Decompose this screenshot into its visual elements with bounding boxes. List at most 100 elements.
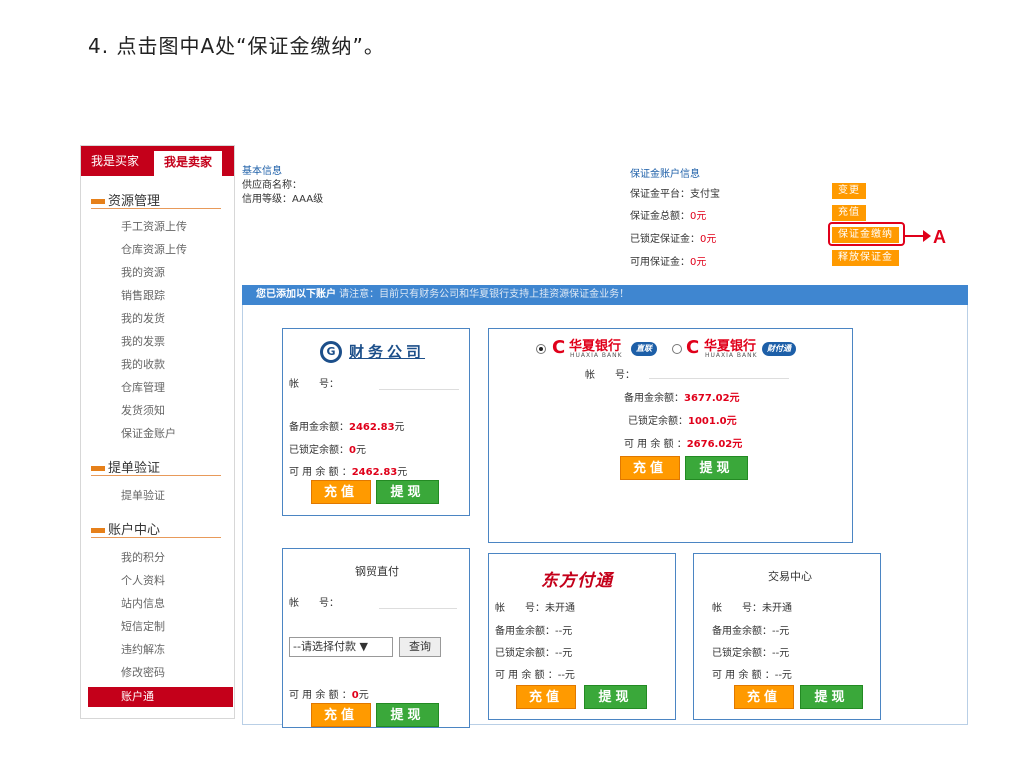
- withdraw-button[interactable]: 提现: [376, 480, 439, 504]
- account-field: [379, 389, 459, 390]
- sidebar-item-my-receipts[interactable]: 我的收款: [121, 356, 165, 372]
- sidebar-item-sms-settings[interactable]: 短信定制: [121, 618, 165, 634]
- recharge-button[interactable]: 充值: [734, 685, 794, 709]
- unit: 元: [358, 690, 369, 701]
- sidebar-item-my-points[interactable]: 我的积分: [121, 549, 165, 565]
- radio-huaxia-direct[interactable]: [536, 344, 546, 354]
- value: 3677.02元: [684, 393, 740, 404]
- locked-balance: 已锁定余额：1001.0元: [628, 412, 737, 427]
- sidebar-item-bill-verification[interactable]: 提单验证: [121, 487, 165, 503]
- card-title: 钢贸直付: [355, 565, 399, 578]
- label: 已锁定余额：: [628, 416, 688, 427]
- value: 未开通: [545, 603, 575, 614]
- query-button[interactable]: 查询: [399, 637, 441, 657]
- label: 已锁定余额：: [712, 648, 772, 659]
- label: 已锁定余额：: [289, 445, 349, 456]
- divider: [91, 475, 221, 476]
- withdraw-button[interactable]: 提现: [800, 685, 863, 709]
- account-row: 帐 号：未开通: [712, 599, 792, 614]
- sidebar-item-shipping-notice[interactable]: 发货须知: [121, 402, 165, 418]
- withdraw-button[interactable]: 提现: [376, 703, 439, 727]
- account-field: [649, 378, 789, 379]
- annotation-label: A: [933, 227, 946, 247]
- section-resource-management[interactable]: 资源管理: [91, 190, 160, 209]
- badge-direct: 直联: [631, 342, 657, 356]
- sidebar-item-warehouse-upload[interactable]: 仓库资源上传: [121, 241, 187, 257]
- locked-balance: 已锁定余额：--元: [495, 644, 572, 659]
- label: 可 用 余 额 ：: [289, 467, 352, 478]
- section-bar-icon: [91, 199, 105, 204]
- notice-text: 请注意：目前只有财务公司和华夏银行支持上挂资源保证金业务！: [336, 289, 630, 300]
- sidebar-item-change-password[interactable]: 修改密码: [121, 664, 165, 680]
- card-huaxia-bank: C 华夏银行 HUAXIA BANK 直联 C 华夏银行 HUAXIA BANK…: [488, 328, 853, 543]
- sidebar-item-my-invoices[interactable]: 我的发票: [121, 333, 165, 349]
- instruction-text: 4. 点击图中A处“保证金缴纳”。: [88, 34, 385, 58]
- value: --元: [555, 648, 573, 659]
- deposit-platform: 保证金平台：支付宝: [630, 189, 720, 200]
- section-bar-icon: [91, 528, 105, 533]
- tab-seller[interactable]: 我是卖家: [153, 150, 223, 176]
- label: 已锁定余额：: [495, 648, 555, 659]
- chevron-down-icon: ▼: [359, 640, 368, 653]
- sidebar-item-default-unfreeze[interactable]: 违约解冻: [121, 641, 165, 657]
- reserve-balance: 备用金余额：--元: [495, 622, 572, 637]
- value: 2462.83: [349, 422, 395, 433]
- supplier-name: 供应商名称：: [242, 180, 302, 191]
- deposit-available-label: 可用保证金：: [630, 257, 690, 268]
- label: 可 用 余 额 ：: [289, 690, 352, 701]
- value: 未开通: [762, 603, 792, 614]
- tab-buyer[interactable]: 我是买家: [91, 152, 139, 169]
- recharge-deposit-button[interactable]: 充值: [832, 205, 866, 221]
- dongfang-logo: 东方付通: [541, 571, 613, 591]
- label: 可 用 余 额 ：: [495, 670, 558, 681]
- locked-balance: 已锁定余额：0元: [289, 441, 366, 456]
- huaxia-bank-en: HUAXIA BANK: [705, 352, 758, 359]
- recharge-button[interactable]: 充值: [620, 456, 680, 480]
- value: --元: [774, 670, 792, 681]
- withdraw-button[interactable]: 提现: [584, 685, 647, 709]
- locked-balance: 已锁定余额：--元: [712, 644, 789, 659]
- sidebar-item-account-link[interactable]: 账户通: [88, 687, 233, 707]
- basic-info-title: 基本信息: [242, 166, 282, 177]
- label: 帐 号：: [712, 603, 762, 614]
- section-bar-icon: [91, 466, 105, 471]
- basic-info: 基本信息 供应商名称： 信用等级：AAA级: [242, 165, 323, 207]
- screenshot-panel: 我是买家 我是卖家 资源管理 手工资源上传 仓库资源上传 我的资源 销售跟踪 我…: [80, 145, 968, 728]
- value: --元: [772, 648, 790, 659]
- withdraw-button[interactable]: 提现: [685, 456, 748, 480]
- sidebar-item-sales-tracking[interactable]: 销售跟踪: [121, 287, 165, 303]
- change-button[interactable]: 变更: [832, 183, 866, 199]
- deposit-locked-value: 0元: [700, 234, 717, 245]
- section-title: 资源管理: [108, 194, 161, 209]
- sidebar-item-site-messages[interactable]: 站内信息: [121, 595, 165, 611]
- label: 可 用 余 额 ：: [712, 670, 775, 681]
- card-finance-company: G 财务公司 帐 号： 备用金余额：2462.83元 已锁定余额：0元 可 用 …: [282, 328, 470, 516]
- sidebar-item-my-resources[interactable]: 我的资源: [121, 264, 165, 280]
- section-account-center[interactable]: 账户中心: [91, 519, 160, 538]
- section-bill-verification[interactable]: 提单验证: [91, 457, 160, 476]
- sidebar-tabs: 我是买家 我是卖家: [81, 146, 234, 176]
- finance-company-logo: 财务公司: [349, 343, 426, 361]
- sidebar-item-manual-upload[interactable]: 手工资源上传: [121, 218, 187, 234]
- payment-select[interactable]: --请选择付款 ▼: [289, 637, 393, 657]
- recharge-button[interactable]: 充值: [311, 703, 371, 727]
- section-title: 提单验证: [108, 461, 161, 476]
- deposit-total: 保证金总额：0元: [630, 207, 706, 222]
- recharge-button[interactable]: 充值: [311, 480, 371, 504]
- release-deposit-button[interactable]: 释放保证金: [832, 250, 899, 266]
- recharge-button[interactable]: 充值: [516, 685, 576, 709]
- unit: 元: [397, 467, 408, 478]
- section-title: 账户中心: [108, 523, 161, 538]
- sidebar-item-warehouse-management[interactable]: 仓库管理: [121, 379, 165, 395]
- radio-huaxia-ftt[interactable]: [672, 344, 682, 354]
- reserve-balance: 备用金余额：2462.83元: [289, 418, 405, 433]
- notice-bold: 您已添加以下账户: [256, 289, 336, 300]
- sidebar-item-profile[interactable]: 个人资料: [121, 572, 165, 588]
- huaxia-logo-icon: C: [686, 337, 700, 358]
- deposit-locked: 已锁定保证金：0元: [630, 230, 716, 245]
- select-value: --请选择付款: [293, 640, 356, 653]
- sidebar-item-my-shipments[interactable]: 我的发货: [121, 310, 165, 326]
- divider: [91, 208, 221, 209]
- sidebar-item-deposit-account[interactable]: 保证金账户: [121, 425, 176, 441]
- divider: [91, 537, 221, 538]
